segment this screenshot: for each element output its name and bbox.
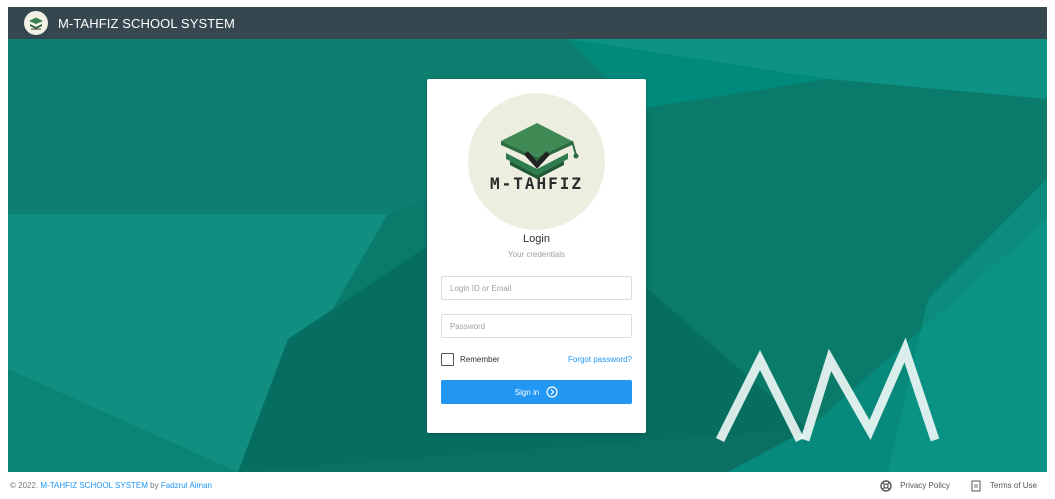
remember-row: Remember Forgot password? — [441, 351, 632, 367]
footer-system-link[interactable]: M-TAHFIZ SCHOOL SYSTEM — [40, 481, 148, 490]
chevron-circle-right-icon — [546, 386, 558, 398]
footer: © 2022. M-TAHFIZ SCHOOL SYSTEM by Fadzru… — [8, 472, 1047, 499]
terms-of-use-link[interactable]: Terms of Use — [970, 480, 1037, 492]
navbar-logo[interactable] — [24, 11, 48, 35]
login-subheading: Your credentials — [507, 250, 566, 259]
footer-links: Privacy Policy Terms of Use — [860, 479, 1037, 492]
password-input[interactable] — [441, 314, 632, 338]
forgot-password-link[interactable]: Forgot password? — [568, 355, 632, 364]
copyright-prefix: © 2022. — [10, 481, 39, 490]
graduation-cap-book-icon — [29, 17, 43, 30]
footer-by: by — [150, 481, 159, 490]
login-heading: Login — [523, 233, 550, 245]
privacy-policy-label: Privacy Policy — [900, 481, 950, 490]
footer-copyright: © 2022. M-TAHFIZ SCHOOL SYSTEM by Fadzru… — [10, 481, 212, 490]
document-icon — [970, 480, 982, 492]
privacy-policy-link[interactable]: Privacy Policy — [880, 479, 950, 492]
app-window: M-TAHFIZ SCHOOL SYSTEM M-TAHFIZ Login Yo… — [8, 0, 1047, 499]
sign-in-label: Sign in — [514, 387, 540, 397]
remember-label[interactable]: Remember — [460, 355, 500, 364]
top-navbar: M-TAHFIZ SCHOOL SYSTEM — [8, 7, 1047, 39]
logo-text: M-TAHFIZ — [489, 174, 584, 193]
footer-author-link[interactable]: Fadzrul Aiman — [161, 481, 212, 490]
lifebuoy-icon — [880, 479, 892, 492]
sign-in-button[interactable]: Sign in — [441, 380, 632, 404]
school-logo: M-TAHFIZ — [468, 93, 605, 230]
app-title: M-TAHFIZ SCHOOL SYSTEM — [58, 15, 235, 31]
login-id-input[interactable] — [441, 276, 632, 300]
remember-checkbox[interactable] — [441, 352, 454, 366]
terms-of-use-label: Terms of Use — [989, 481, 1037, 490]
graduation-cap-book-icon — [501, 123, 579, 179]
login-card: M-TAHFIZ Login Your credentials Remember… — [427, 79, 646, 433]
